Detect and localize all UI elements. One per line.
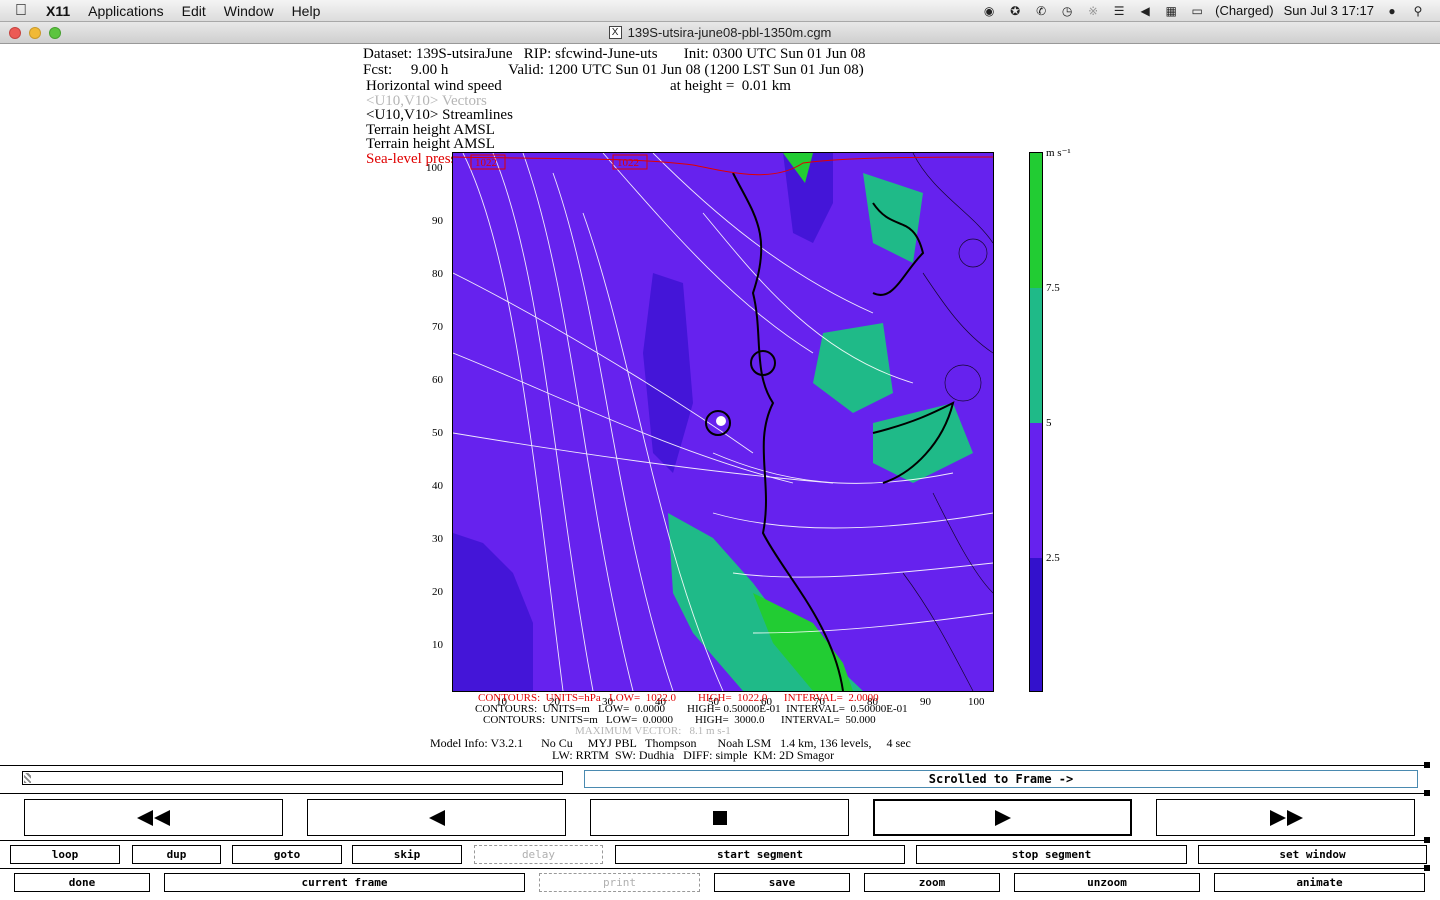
separator-3 xyxy=(0,840,1430,841)
print-button[interactable]: print xyxy=(539,873,700,892)
y-tick-10: 10 xyxy=(432,639,443,651)
resize-handle[interactable] xyxy=(1424,762,1430,768)
resize-handle[interactable] xyxy=(1424,837,1430,843)
x-tick-100: 100 xyxy=(968,696,985,708)
y-tick-60: 60 xyxy=(432,374,443,386)
bluetooth-icon[interactable]: ※ xyxy=(1085,4,1101,18)
separator-1 xyxy=(0,765,1430,766)
frame-scrollbar[interactable] xyxy=(22,771,563,785)
save-button[interactable]: save xyxy=(714,873,850,892)
map-svg: 1022 1022 xyxy=(453,153,993,691)
close-window-button[interactable] xyxy=(9,27,21,39)
frame-scrollbar-thumb[interactable] xyxy=(24,773,31,783)
window-title-bar: X 139S-utsira-june08-pbl-1350m.cgm xyxy=(0,22,1440,44)
current-frame-button[interactable]: current frame xyxy=(164,873,525,892)
menu-window[interactable]: Window xyxy=(215,3,283,19)
forecast-line: Fcst: 9.00 h Valid: 1200 UTC Sun 01 Jun … xyxy=(363,62,864,78)
loop-button[interactable]: loop xyxy=(10,845,120,864)
colorbar-segment-mid xyxy=(1030,288,1042,423)
time-machine-icon[interactable]: ◷ xyxy=(1059,4,1075,18)
pressure-label-2: 1022 xyxy=(617,157,639,169)
colorbar-segment-low xyxy=(1030,423,1042,558)
wind-speed-map: 1022 1022 xyxy=(452,152,994,692)
phone-icon[interactable]: ✆ xyxy=(1033,4,1049,18)
colorbar-segment-lowest xyxy=(1030,558,1042,691)
step-back-button[interactable] xyxy=(307,799,566,836)
rewind-button[interactable] xyxy=(24,799,283,836)
y-tick-20: 20 xyxy=(432,586,443,598)
pressure-label-1: 1022 xyxy=(475,157,497,169)
y-tick-100: 100 xyxy=(426,162,443,174)
step-back-icon xyxy=(428,809,445,826)
colorbar-label-7-5: 7.5 xyxy=(1046,282,1060,294)
skip-button[interactable]: skip xyxy=(352,845,462,864)
fast-forward-button[interactable] xyxy=(1156,799,1415,836)
calendar-icon[interactable]: ▦ xyxy=(1163,4,1179,18)
y-tick-30: 30 xyxy=(432,533,443,545)
unzoom-button[interactable]: unzoom xyxy=(1014,873,1200,892)
goto-button[interactable]: goto xyxy=(232,845,342,864)
user-icon[interactable]: ● xyxy=(1384,4,1400,18)
set-window-button[interactable]: set window xyxy=(1198,845,1427,864)
menu-applications[interactable]: Applications xyxy=(79,3,173,19)
dup-button[interactable]: dup xyxy=(132,845,221,864)
start-segment-button[interactable]: start segment xyxy=(615,845,905,864)
fast-forward-icon xyxy=(1269,809,1303,826)
height-text: at height = 0.01 km xyxy=(670,78,791,94)
resize-handle[interactable] xyxy=(1424,865,1430,871)
stop-icon xyxy=(712,810,727,825)
antenna-icon[interactable]: ✪ xyxy=(1007,4,1023,18)
field-streamlines: <U10,V10> Streamlines xyxy=(366,107,513,123)
window-title: 139S-utsira-june08-pbl-1350m.cgm xyxy=(627,25,832,40)
done-button[interactable]: done xyxy=(14,873,150,892)
minimize-window-button[interactable] xyxy=(29,27,41,39)
volume-icon[interactable]: ◀ xyxy=(1137,4,1153,18)
x-tick-90: 90 xyxy=(920,696,931,708)
rewind-icon xyxy=(136,809,170,826)
field-terrain-2: Terrain height AMSL xyxy=(366,136,495,152)
dataset-line: Dataset: 139S-utsiraJune RIP: sfcwind-Ju… xyxy=(363,46,866,62)
y-tick-80: 80 xyxy=(432,268,443,280)
separator-4 xyxy=(0,868,1430,869)
colorbar-label-5: 5 xyxy=(1046,417,1052,429)
battery-status[interactable]: (Charged) xyxy=(1215,3,1274,18)
stop-button[interactable] xyxy=(590,799,849,836)
resize-handle[interactable] xyxy=(1424,790,1430,796)
zoom-window-button[interactable] xyxy=(49,27,61,39)
animate-button[interactable]: animate xyxy=(1214,873,1425,892)
menu-bar:  X11 Applications Edit Window Help ◉ ✪ … xyxy=(0,0,1440,22)
play-button[interactable] xyxy=(873,799,1132,836)
battery-icon[interactable]: ▭ xyxy=(1189,4,1205,18)
alien-icon[interactable]: ◉ xyxy=(981,4,997,18)
menu-edit[interactable]: Edit xyxy=(173,3,215,19)
colorbar-segment-high xyxy=(1030,153,1042,288)
spotlight-search-icon[interactable]: ⚲ xyxy=(1410,4,1426,18)
clock[interactable]: Sun Jul 3 17:17 xyxy=(1284,3,1374,18)
menu-help[interactable]: Help xyxy=(283,3,330,19)
frame-status: Scrolled to Frame -> xyxy=(584,770,1418,788)
colorbar-units: m s⁻¹ xyxy=(1046,147,1071,159)
stop-segment-button[interactable]: stop segment xyxy=(916,845,1187,864)
separator-2 xyxy=(0,793,1430,794)
colorbar-label-2-5: 2.5 xyxy=(1046,552,1060,564)
delay-button[interactable]: delay xyxy=(474,845,603,864)
x11-icon: X xyxy=(608,26,622,39)
zoom-button[interactable]: zoom xyxy=(864,873,1000,892)
y-tick-40: 40 xyxy=(432,480,443,492)
y-tick-50: 50 xyxy=(432,427,443,439)
play-icon xyxy=(994,809,1011,826)
model-info-line-2: LW: RRTM SW: Dudhia DIFF: simple KM: 2D … xyxy=(552,748,835,762)
wifi-icon[interactable]: ☰ xyxy=(1111,4,1127,18)
y-tick-70: 70 xyxy=(432,321,443,333)
colorbar xyxy=(1029,152,1043,692)
menu-app-name[interactable]: X11 xyxy=(42,3,79,19)
apple-icon[interactable]:  xyxy=(0,2,42,20)
low-pressure-marker xyxy=(716,416,726,426)
field-wind-speed: Horizontal wind speed xyxy=(366,78,502,94)
y-tick-90: 90 xyxy=(432,215,443,227)
